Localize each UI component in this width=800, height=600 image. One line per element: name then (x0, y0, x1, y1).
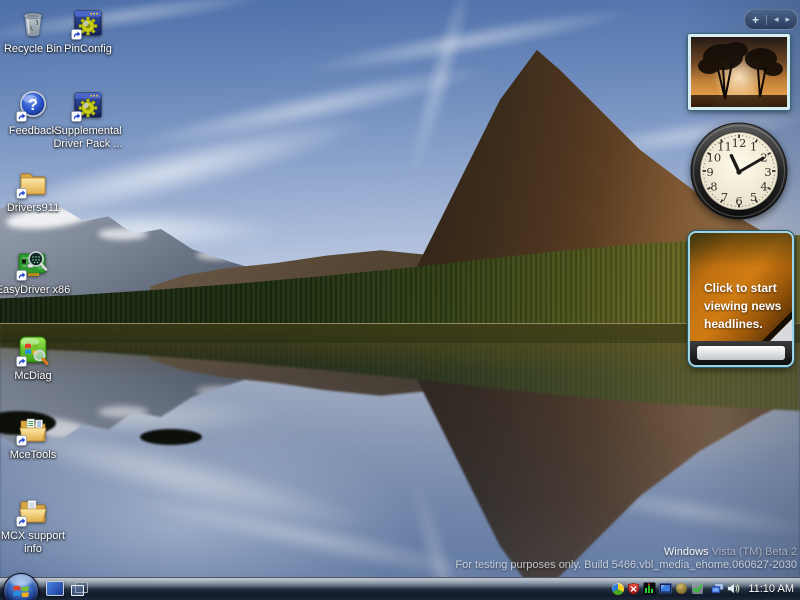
desktop-icon-easydriver[interactable]: EasyDriver x86 (0, 247, 79, 297)
news-scroll-bar[interactable] (697, 346, 785, 360)
svg-text:4: 4 (760, 179, 767, 193)
shortcut-arrow-icon (71, 29, 82, 40)
show-desktop-icon[interactable] (46, 581, 64, 596)
folder-documents-icon (16, 412, 50, 446)
watermark-line1: Windows Vista (TM) Beta 2 (455, 546, 797, 559)
shortcut-arrow-icon (16, 516, 27, 527)
prev-page-button[interactable]: ◂ (774, 15, 779, 24)
folder-documents-icon (16, 493, 50, 527)
desktop-icon-mcx-support-info[interactable]: MCX support info (0, 493, 71, 556)
app-window-gear-icon (71, 88, 105, 122)
news-top-shade (690, 233, 792, 267)
desktop-icon-supplemental-driver-pack[interactable]: Supplemental Driver Pack ... (50, 88, 126, 151)
icon-label: EasyDriver x86 (0, 284, 71, 296)
lake (0, 323, 800, 577)
tray-clock[interactable]: 11:10 AM (748, 583, 794, 595)
taskbar[interactable]: 11:10 AM (0, 573, 800, 600)
quick-launch (46, 577, 88, 600)
circuit-board-icon (16, 247, 50, 281)
watermark-edition: Vista (TM) Beta 2 (711, 546, 797, 558)
recycle-bin-icon (16, 6, 50, 40)
svg-text:11: 11 (717, 140, 732, 154)
shortcut-arrow-icon (16, 435, 27, 446)
shortcut-arrow-icon (16, 188, 27, 199)
tray-volume-icon[interactable] (727, 582, 740, 595)
tray-hw-monitor-icon[interactable] (643, 582, 656, 595)
shortcut-arrow-icon (16, 270, 27, 281)
svg-text:9: 9 (706, 165, 713, 179)
build-watermark: Windows Vista (TM) Beta 2 For testing pu… (455, 546, 797, 572)
desktop-icon-pinconfig[interactable]: PinConfig (50, 6, 126, 56)
sidebar-controls: + ◂ ▸ (744, 9, 798, 30)
start-button[interactable] (3, 573, 39, 600)
slideshow-gadget[interactable] (688, 34, 790, 110)
tray-network-icon[interactable] (711, 582, 724, 595)
slideshow-photo (691, 37, 787, 107)
svg-text:7: 7 (721, 190, 728, 204)
divider (765, 14, 767, 25)
svg-text:12: 12 (732, 136, 747, 150)
watermark-build-line: For testing purposes only. Build 5466.vb… (455, 559, 797, 571)
icon-label: MceTools (9, 449, 57, 461)
add-gadget-button[interactable]: + (752, 14, 759, 26)
desktop-icon-mcetools[interactable]: MceTools (0, 412, 71, 462)
desktop-icon-mcdiag[interactable]: McDiag (0, 333, 71, 383)
icon-label: Drivers911 (6, 202, 60, 214)
app-window-gear-icon (71, 6, 105, 40)
shortcut-arrow-icon (16, 356, 27, 367)
shortcut-arrow-icon (16, 111, 27, 122)
next-page-button[interactable]: ▸ (785, 15, 790, 24)
tray-display-icon[interactable] (659, 582, 673, 595)
icon-label: Supplemental Driver Pack ... (53, 125, 123, 150)
desktop-icon-drivers911[interactable]: Drivers911 (0, 165, 71, 215)
svg-text:6: 6 (735, 194, 742, 208)
tray-security-alert-icon[interactable] (627, 582, 640, 595)
windows-flag-icon (13, 585, 29, 598)
icon-label: McDiag (14, 370, 52, 382)
svg-text:3: 3 (764, 165, 771, 179)
shortcut-arrow-icon (71, 111, 82, 122)
tray-update-icon[interactable] (675, 582, 688, 595)
icon-label: MCX support info (0, 530, 66, 555)
clock-gadget[interactable]: 12 1 2 3 4 5 6 7 8 9 10 11 (688, 120, 790, 222)
folder-icon (16, 165, 50, 199)
svg-text:8: 8 (710, 179, 717, 193)
svg-text:?: ? (28, 97, 38, 114)
icon-label: PinConfig (64, 43, 112, 55)
watermark-brand: Windows (663, 546, 709, 558)
svg-text:1: 1 (750, 140, 757, 154)
svg-text:5: 5 (750, 190, 757, 204)
front-window (71, 584, 84, 596)
question-ball-icon: ? (16, 88, 50, 122)
tray-msn-icon[interactable] (611, 582, 624, 595)
rock (140, 429, 202, 445)
waterline (0, 323, 800, 324)
switch-windows-icon[interactable] (71, 581, 88, 596)
page-curl (770, 319, 792, 341)
news-feed-gadget[interactable]: Click to start viewing news headlines. (688, 231, 794, 367)
system-tray: 11:10 AM (611, 577, 798, 600)
tray-health-ok-icon[interactable] (691, 582, 704, 595)
desktop[interactable]: Recycle Bin PinConfig ? Feedback Supplem… (0, 0, 800, 600)
diagnostics-icon (16, 333, 50, 367)
